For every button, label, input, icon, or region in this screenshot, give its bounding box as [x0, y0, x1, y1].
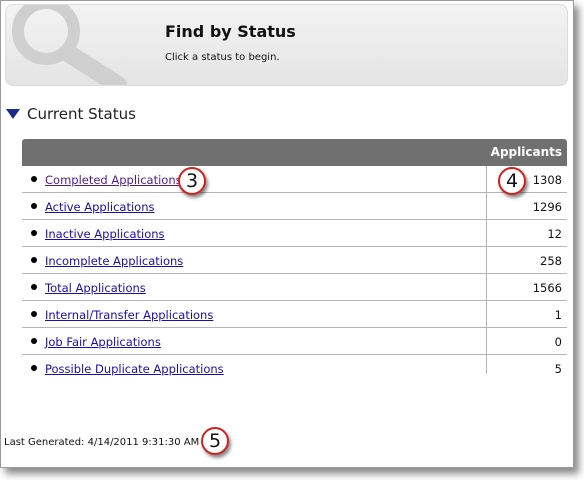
- page-title: Find by Status: [165, 22, 296, 41]
- bullet-icon: [31, 365, 37, 371]
- row-count: 1566: [532, 281, 562, 295]
- active-applications-link[interactable]: Active Applications: [45, 200, 154, 214]
- bullet-icon: [31, 230, 37, 236]
- row-count: 0: [554, 335, 562, 349]
- row-count: 1296: [532, 200, 562, 214]
- inactive-applications-link[interactable]: Inactive Applications: [45, 227, 165, 241]
- status-table: Applicants Completed Applications 1308 A…: [22, 139, 567, 381]
- app-window: Find by Status Click a status to begin. …: [0, 0, 574, 468]
- last-generated-text: Last Generated: 4/14/2011 9:31:30 AM: [4, 437, 200, 448]
- callout-4: 4: [498, 167, 526, 195]
- possible-duplicate-applications-link[interactable]: Possible Duplicate Applications: [45, 362, 224, 376]
- section-heading-current-status[interactable]: Current Status: [6, 105, 136, 123]
- bullet-icon: [31, 338, 37, 344]
- table-header: Applicants: [22, 139, 567, 166]
- page-subtitle: Click a status to begin.: [165, 52, 280, 63]
- magnifier-icon: [12, 5, 127, 85]
- bullet-icon: [31, 203, 37, 209]
- table-row: Completed Applications 1308: [22, 166, 567, 193]
- table-row: Internal/Transfer Applications 1: [22, 301, 567, 328]
- callout-5: 5: [201, 427, 229, 455]
- incomplete-applications-link[interactable]: Incomplete Applications: [45, 254, 183, 268]
- completed-applications-link[interactable]: Completed Applications: [45, 173, 182, 187]
- bullet-icon: [31, 284, 37, 290]
- triangle-down-icon[interactable]: [6, 109, 20, 119]
- bullet-icon: [31, 257, 37, 263]
- table-row: Total Applications 1566: [22, 274, 567, 301]
- table-row: Inactive Applications 12: [22, 220, 567, 247]
- bullet-icon: [31, 311, 37, 317]
- total-applications-link[interactable]: Total Applications: [45, 281, 146, 295]
- row-count: 1: [554, 308, 562, 322]
- row-count: 1308: [532, 173, 562, 187]
- header-panel: Find by Status Click a status to begin.: [5, 4, 568, 86]
- table-row: Active Applications 1296: [22, 193, 567, 220]
- internal-transfer-applications-link[interactable]: Internal/Transfer Applications: [45, 308, 213, 322]
- job-fair-applications-link[interactable]: Job Fair Applications: [45, 335, 161, 349]
- row-count: 258: [540, 254, 562, 268]
- table-row: Job Fair Applications 0: [22, 328, 567, 355]
- row-count: 12: [547, 227, 562, 241]
- callout-3: 3: [178, 167, 206, 195]
- status-rows: Completed Applications 1308 Active Appli…: [22, 166, 567, 381]
- column-header-applicants: Applicants: [490, 145, 562, 159]
- bullet-icon: [31, 176, 37, 182]
- table-row: Incomplete Applications 258: [22, 247, 567, 274]
- table-row: Possible Duplicate Applications 5: [22, 355, 567, 381]
- row-count: 5: [554, 362, 562, 376]
- section-title: Current Status: [27, 105, 136, 123]
